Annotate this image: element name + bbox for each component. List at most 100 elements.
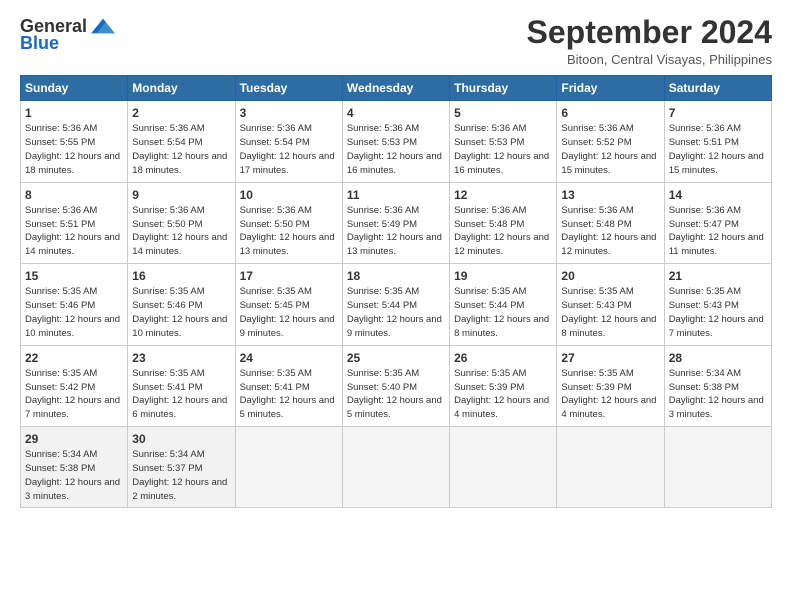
col-tuesday: Tuesday: [235, 76, 342, 101]
day-info: Sunrise: 5:35 AMSunset: 5:41 PMDaylight:…: [240, 368, 335, 420]
col-sunday: Sunday: [21, 76, 128, 101]
day-info: Sunrise: 5:36 AMSunset: 5:53 PMDaylight:…: [454, 123, 549, 175]
table-row: 9 Sunrise: 5:36 AMSunset: 5:50 PMDayligh…: [128, 182, 235, 263]
day-info: Sunrise: 5:35 AMSunset: 5:42 PMDaylight:…: [25, 368, 120, 420]
day-number: 4: [347, 105, 445, 121]
day-number: 2: [132, 105, 230, 121]
day-number: 12: [454, 187, 552, 203]
header: General Blue September 2024 Bitoon, Cent…: [20, 15, 772, 67]
day-info: Sunrise: 5:36 AMSunset: 5:51 PMDaylight:…: [25, 205, 120, 257]
table-row: [450, 426, 557, 507]
day-info: Sunrise: 5:36 AMSunset: 5:53 PMDaylight:…: [347, 123, 442, 175]
day-info: Sunrise: 5:36 AMSunset: 5:49 PMDaylight:…: [347, 205, 442, 257]
day-info: Sunrise: 5:35 AMSunset: 5:41 PMDaylight:…: [132, 368, 227, 420]
day-number: 29: [25, 431, 123, 447]
day-number: 13: [561, 187, 659, 203]
day-info: Sunrise: 5:35 AMSunset: 5:46 PMDaylight:…: [25, 286, 120, 338]
table-row: 18 Sunrise: 5:35 AMSunset: 5:44 PMDaylig…: [342, 264, 449, 345]
day-number: 24: [240, 350, 338, 366]
day-number: 5: [454, 105, 552, 121]
day-info: Sunrise: 5:36 AMSunset: 5:54 PMDaylight:…: [132, 123, 227, 175]
day-number: 17: [240, 268, 338, 284]
page: General Blue September 2024 Bitoon, Cent…: [0, 0, 792, 612]
table-row: [557, 426, 664, 507]
col-monday: Monday: [128, 76, 235, 101]
day-number: 8: [25, 187, 123, 203]
day-number: 15: [25, 268, 123, 284]
table-row: 11 Sunrise: 5:36 AMSunset: 5:49 PMDaylig…: [342, 182, 449, 263]
table-row: 30 Sunrise: 5:34 AMSunset: 5:37 PMDaylig…: [128, 426, 235, 507]
table-row: 6 Sunrise: 5:36 AMSunset: 5:52 PMDayligh…: [557, 101, 664, 182]
day-number: 1: [25, 105, 123, 121]
day-info: Sunrise: 5:35 AMSunset: 5:43 PMDaylight:…: [669, 286, 764, 338]
day-info: Sunrise: 5:36 AMSunset: 5:48 PMDaylight:…: [561, 205, 656, 257]
calendar-week-3: 15 Sunrise: 5:35 AMSunset: 5:46 PMDaylig…: [21, 264, 772, 345]
table-row: [664, 426, 771, 507]
day-info: Sunrise: 5:36 AMSunset: 5:54 PMDaylight:…: [240, 123, 335, 175]
table-row: 24 Sunrise: 5:35 AMSunset: 5:41 PMDaylig…: [235, 345, 342, 426]
day-info: Sunrise: 5:34 AMSunset: 5:38 PMDaylight:…: [25, 449, 120, 501]
table-row: 16 Sunrise: 5:35 AMSunset: 5:46 PMDaylig…: [128, 264, 235, 345]
day-info: Sunrise: 5:36 AMSunset: 5:47 PMDaylight:…: [669, 205, 764, 257]
calendar-week-5: 29 Sunrise: 5:34 AMSunset: 5:38 PMDaylig…: [21, 426, 772, 507]
day-info: Sunrise: 5:35 AMSunset: 5:46 PMDaylight:…: [132, 286, 227, 338]
day-info: Sunrise: 5:35 AMSunset: 5:39 PMDaylight:…: [561, 368, 656, 420]
day-number: 27: [561, 350, 659, 366]
calendar-header: Sunday Monday Tuesday Wednesday Thursday…: [21, 76, 772, 101]
table-row: 5 Sunrise: 5:36 AMSunset: 5:53 PMDayligh…: [450, 101, 557, 182]
day-number: 30: [132, 431, 230, 447]
day-info: Sunrise: 5:35 AMSunset: 5:44 PMDaylight:…: [347, 286, 442, 338]
day-number: 9: [132, 187, 230, 203]
day-number: 21: [669, 268, 767, 284]
table-row: 20 Sunrise: 5:35 AMSunset: 5:43 PMDaylig…: [557, 264, 664, 345]
day-info: Sunrise: 5:36 AMSunset: 5:50 PMDaylight:…: [240, 205, 335, 257]
day-number: 16: [132, 268, 230, 284]
table-row: 4 Sunrise: 5:36 AMSunset: 5:53 PMDayligh…: [342, 101, 449, 182]
table-row: 15 Sunrise: 5:35 AMSunset: 5:46 PMDaylig…: [21, 264, 128, 345]
day-number: 11: [347, 187, 445, 203]
col-thursday: Thursday: [450, 76, 557, 101]
table-row: 19 Sunrise: 5:35 AMSunset: 5:44 PMDaylig…: [450, 264, 557, 345]
day-number: 3: [240, 105, 338, 121]
calendar-week-2: 8 Sunrise: 5:36 AMSunset: 5:51 PMDayligh…: [21, 182, 772, 263]
table-row: 10 Sunrise: 5:36 AMSunset: 5:50 PMDaylig…: [235, 182, 342, 263]
table-row: 28 Sunrise: 5:34 AMSunset: 5:38 PMDaylig…: [664, 345, 771, 426]
day-info: Sunrise: 5:34 AMSunset: 5:37 PMDaylight:…: [132, 449, 227, 501]
month-title: September 2024: [527, 15, 772, 50]
table-row: 2 Sunrise: 5:36 AMSunset: 5:54 PMDayligh…: [128, 101, 235, 182]
table-row: 23 Sunrise: 5:35 AMSunset: 5:41 PMDaylig…: [128, 345, 235, 426]
table-row: 1 Sunrise: 5:36 AMSunset: 5:55 PMDayligh…: [21, 101, 128, 182]
table-row: 7 Sunrise: 5:36 AMSunset: 5:51 PMDayligh…: [664, 101, 771, 182]
day-info: Sunrise: 5:35 AMSunset: 5:45 PMDaylight:…: [240, 286, 335, 338]
calendar-body: 1 Sunrise: 5:36 AMSunset: 5:55 PMDayligh…: [21, 101, 772, 508]
logo-icon: [89, 15, 117, 37]
day-info: Sunrise: 5:35 AMSunset: 5:40 PMDaylight:…: [347, 368, 442, 420]
table-row: 3 Sunrise: 5:36 AMSunset: 5:54 PMDayligh…: [235, 101, 342, 182]
day-number: 14: [669, 187, 767, 203]
day-header-row: Sunday Monday Tuesday Wednesday Thursday…: [21, 76, 772, 101]
day-info: Sunrise: 5:36 AMSunset: 5:50 PMDaylight:…: [132, 205, 227, 257]
table-row: 21 Sunrise: 5:35 AMSunset: 5:43 PMDaylig…: [664, 264, 771, 345]
table-row: 13 Sunrise: 5:36 AMSunset: 5:48 PMDaylig…: [557, 182, 664, 263]
day-info: Sunrise: 5:36 AMSunset: 5:51 PMDaylight:…: [669, 123, 764, 175]
logo: General Blue: [20, 15, 117, 54]
table-row: 22 Sunrise: 5:35 AMSunset: 5:42 PMDaylig…: [21, 345, 128, 426]
table-row: 12 Sunrise: 5:36 AMSunset: 5:48 PMDaylig…: [450, 182, 557, 263]
day-info: Sunrise: 5:36 AMSunset: 5:48 PMDaylight:…: [454, 205, 549, 257]
day-number: 25: [347, 350, 445, 366]
day-info: Sunrise: 5:35 AMSunset: 5:44 PMDaylight:…: [454, 286, 549, 338]
calendar: Sunday Monday Tuesday Wednesday Thursday…: [20, 75, 772, 508]
col-saturday: Saturday: [664, 76, 771, 101]
day-number: 6: [561, 105, 659, 121]
title-block: September 2024 Bitoon, Central Visayas, …: [527, 15, 772, 67]
day-number: 19: [454, 268, 552, 284]
day-info: Sunrise: 5:36 AMSunset: 5:55 PMDaylight:…: [25, 123, 120, 175]
calendar-week-4: 22 Sunrise: 5:35 AMSunset: 5:42 PMDaylig…: [21, 345, 772, 426]
table-row: 27 Sunrise: 5:35 AMSunset: 5:39 PMDaylig…: [557, 345, 664, 426]
day-number: 28: [669, 350, 767, 366]
day-info: Sunrise: 5:35 AMSunset: 5:43 PMDaylight:…: [561, 286, 656, 338]
col-friday: Friday: [557, 76, 664, 101]
table-row: [342, 426, 449, 507]
day-number: 18: [347, 268, 445, 284]
table-row: [235, 426, 342, 507]
